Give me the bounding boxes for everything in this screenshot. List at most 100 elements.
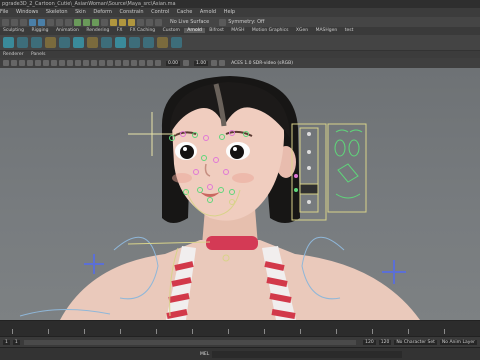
tab-fx-caching[interactable]: FX Caching [127, 28, 158, 33]
open-scene-icon[interactable] [11, 18, 18, 26]
tab-rigging[interactable]: Rigging [28, 28, 51, 33]
viewport-tool-icon[interactable] [115, 60, 121, 66]
menu-renderer[interactable]: Renderer [3, 52, 24, 57]
viewport-tool-icon[interactable] [211, 60, 218, 66]
menu-skin[interactable]: Skin [75, 9, 86, 15]
viewport-tool-icon[interactable] [3, 60, 9, 66]
colorspace-dropdown[interactable]: ACES 1.0 SDR-video (sRGB) [231, 61, 293, 66]
ipr-icon[interactable] [119, 18, 126, 26]
render-icon[interactable] [110, 18, 117, 26]
tab-animation[interactable]: Animation [53, 28, 82, 33]
undo-icon[interactable] [29, 18, 36, 26]
command-input[interactable] [212, 350, 403, 358]
shelf-tool-icon[interactable] [129, 37, 140, 48]
viewport-tool-icon[interactable] [155, 60, 161, 66]
viewport-tool-icon[interactable] [35, 60, 41, 66]
save-scene-icon[interactable] [20, 18, 27, 26]
menu-panels[interactable]: Panels [31, 52, 45, 57]
tab-mash[interactable]: MASH [228, 28, 247, 33]
shelf-tool-icon[interactable] [31, 37, 42, 48]
gamma-field[interactable]: 1.00 [194, 60, 209, 66]
menu-arnold[interactable]: Arnold [200, 9, 216, 15]
time-slider[interactable] [0, 320, 480, 336]
viewport-tool-icon[interactable] [99, 60, 105, 66]
exposure-field[interactable]: 0.00 [166, 60, 181, 66]
shelf-tool-icon[interactable] [17, 37, 28, 48]
viewport-tool-icon[interactable] [51, 60, 57, 66]
tab-mashgen[interactable]: MASHgen [313, 28, 341, 33]
menu-deform[interactable]: Deform [93, 9, 112, 15]
select-object-icon[interactable] [56, 18, 63, 26]
shelf-tool-icon[interactable] [115, 37, 126, 48]
playback-end-field[interactable]: 120 [363, 339, 376, 345]
viewport-tool-icon[interactable] [67, 60, 73, 66]
range-slider-bar[interactable] [23, 339, 357, 345]
tab-bifrost[interactable]: Bifrost [206, 28, 227, 33]
timeline-tick [156, 329, 157, 334]
tab-arnold[interactable]: Arnold [184, 28, 205, 33]
range-start-field[interactable]: 1 [3, 339, 10, 345]
character-set-dropdown[interactable]: No Character Set [394, 339, 437, 345]
shelf-tool-icon[interactable] [45, 37, 56, 48]
symmetry-label[interactable]: Symmetry: Off [228, 19, 264, 25]
history-icon[interactable] [101, 18, 108, 26]
viewport-tool-icon[interactable] [83, 60, 89, 66]
viewport-tool-icon[interactable] [27, 60, 33, 66]
new-scene-icon[interactable] [2, 18, 9, 26]
shelf-tool-icon[interactable] [59, 37, 70, 48]
viewport-tool-icon[interactable] [147, 60, 153, 66]
rig-locator-cross-icon[interactable] [382, 260, 406, 284]
snap-point-icon[interactable] [92, 18, 99, 26]
playback-start-field[interactable]: 1 [12, 339, 20, 345]
snap-grid-icon[interactable] [74, 18, 81, 26]
viewport-tool-icon[interactable] [59, 60, 65, 66]
shelf-tool-icon[interactable] [3, 37, 14, 48]
symmetry-icon[interactable] [219, 18, 227, 26]
shelf-tool-icon[interactable] [87, 37, 98, 48]
shelf-tool-icon[interactable] [171, 37, 182, 48]
viewport-tool-icon[interactable] [131, 60, 137, 66]
shelf-tool-icon[interactable] [101, 37, 112, 48]
tab-motion-graphics[interactable]: Motion Graphics [249, 28, 292, 33]
shelf-tool-icon[interactable] [143, 37, 154, 48]
camera-icon[interactable] [146, 18, 153, 26]
menu-skeleton[interactable]: Skeleton [46, 9, 68, 15]
viewport-3d[interactable] [0, 68, 480, 320]
tab-rendering[interactable]: Rendering [83, 28, 112, 33]
tab-custom[interactable]: Custom [160, 28, 183, 33]
rig-locator-cross-icon[interactable] [84, 254, 104, 274]
mel-label[interactable]: MEL [200, 352, 209, 357]
select-hierarchy-icon[interactable] [47, 18, 54, 26]
viewport-tool-icon[interactable] [43, 60, 49, 66]
menu-cache[interactable]: Cache [177, 9, 193, 15]
live-surface-label[interactable]: No Live Surface [170, 19, 209, 25]
viewport-tool-icon[interactable] [19, 60, 25, 66]
tab-fx[interactable]: FX [114, 28, 126, 33]
menu-control[interactable]: Control [151, 9, 169, 15]
render-settings-icon[interactable] [128, 18, 135, 26]
menu-constrain[interactable]: Constrain [120, 9, 144, 15]
magnet-icon[interactable] [155, 18, 162, 26]
viewport-tool-icon[interactable] [219, 60, 226, 66]
viewport-tool-icon[interactable] [11, 60, 17, 66]
viewport-tool-icon[interactable] [139, 60, 145, 66]
snap-curve-icon[interactable] [83, 18, 90, 26]
tab-xgen[interactable]: XGen [293, 28, 311, 33]
menu-file[interactable]: File [0, 9, 8, 15]
range-end-field[interactable]: 120 [378, 339, 392, 345]
menu-windows[interactable]: Windows [16, 9, 38, 15]
viewport-tool-icon[interactable] [75, 60, 81, 66]
redo-icon[interactable] [38, 18, 45, 26]
menu-help[interactable]: Help [224, 9, 235, 15]
select-component-icon[interactable] [65, 18, 72, 26]
arnold-render-icon[interactable] [137, 18, 144, 26]
viewport-tool-icon[interactable] [107, 60, 113, 66]
shelf-tool-icon[interactable] [157, 37, 168, 48]
tab-test[interactable]: test [342, 28, 357, 33]
viewport-tool-icon[interactable] [91, 60, 97, 66]
shelf-tool-icon[interactable] [73, 37, 84, 48]
viewport-tool-icon[interactable] [183, 60, 190, 66]
viewport-tool-icon[interactable] [123, 60, 129, 66]
tab-sculpting[interactable]: Sculpting [0, 28, 27, 33]
anim-layer-dropdown[interactable]: No Anim Layer [439, 339, 477, 345]
